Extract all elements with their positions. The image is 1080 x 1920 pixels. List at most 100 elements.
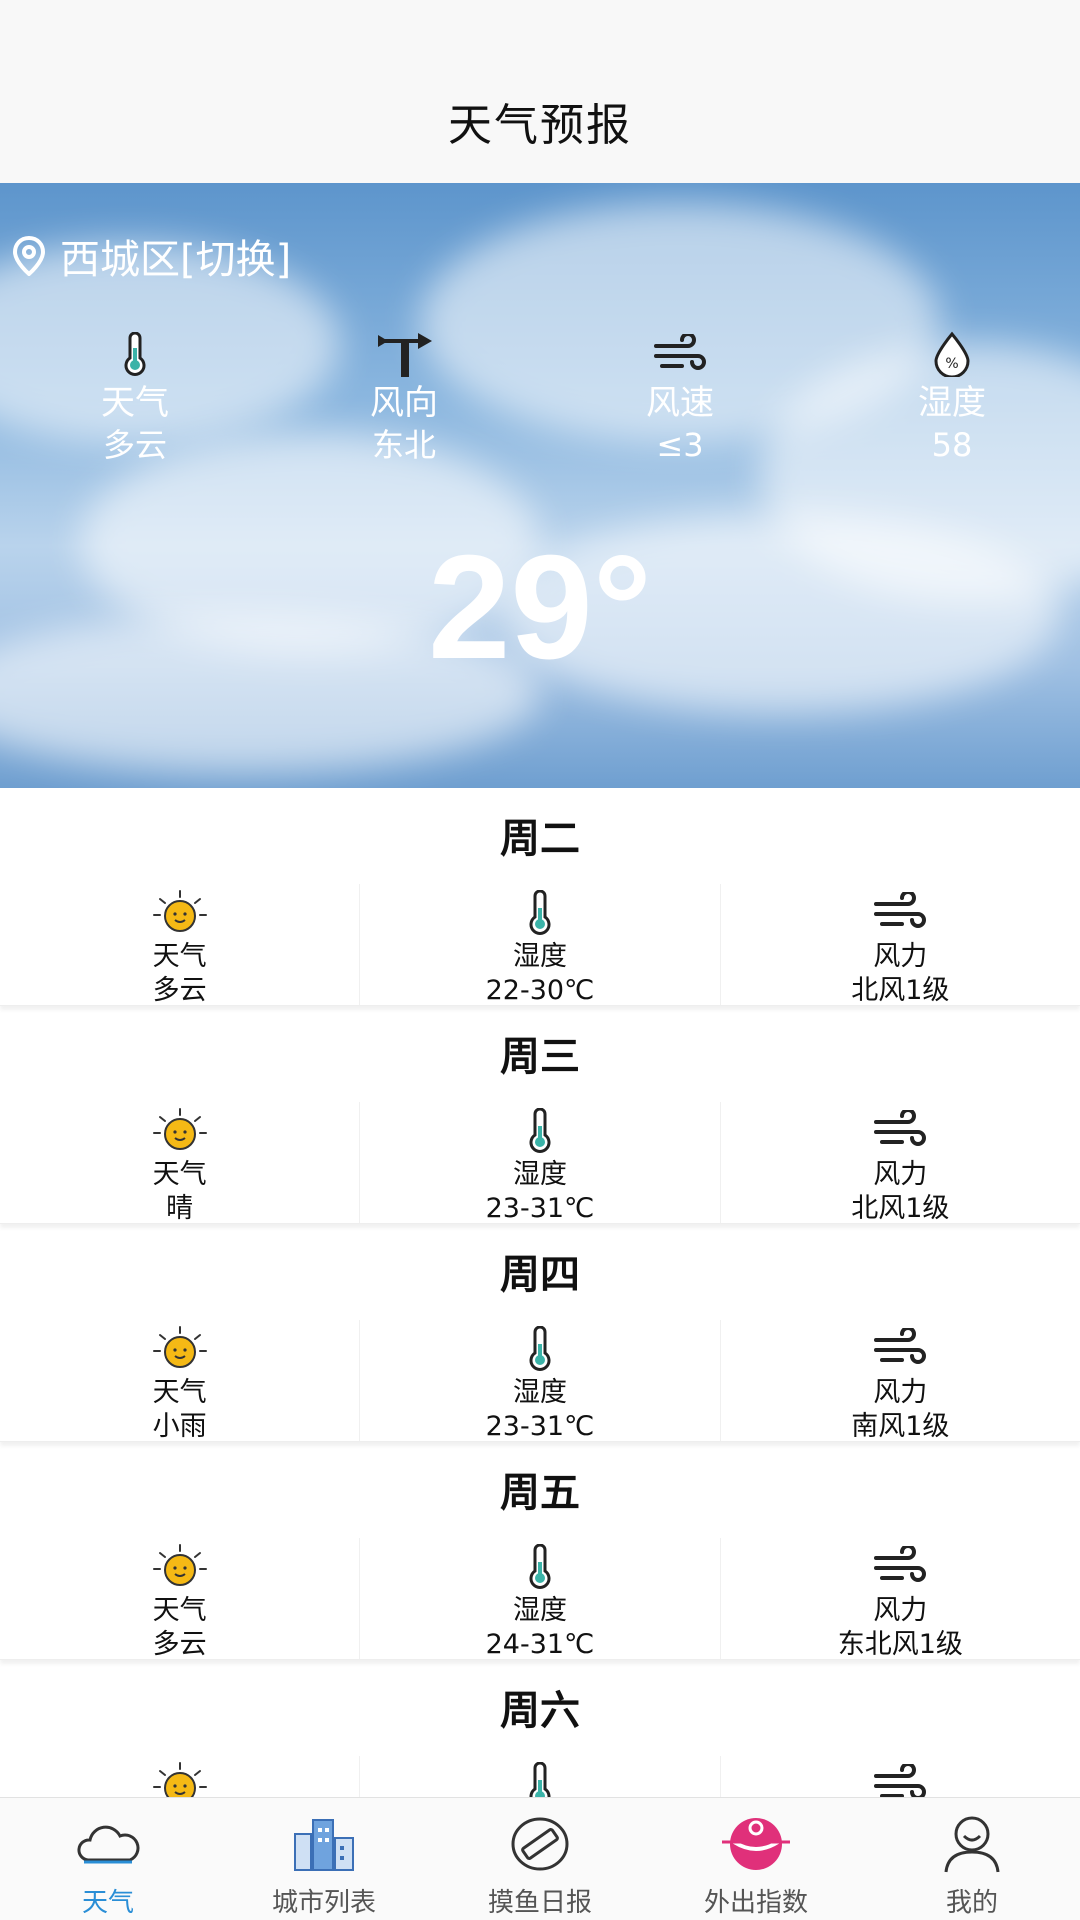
stat-humidity: % 湿度 58 xyxy=(872,328,1032,466)
forecast-wind-cell: 风力 北风1级 xyxy=(721,884,1080,1006)
tab-outing-index-label: 外出指数 xyxy=(703,1888,808,1918)
forecast-wind-value: 北风1级 xyxy=(851,1193,950,1224)
tab-mine-label: 我的 xyxy=(945,1888,998,1918)
current-stats: 天气 多云 风向 东北 风速 ≤3 % 湿度 58 xyxy=(0,328,1080,468)
forecast-temp-cell: 湿度 22-30℃ xyxy=(360,884,721,1006)
wind-icon xyxy=(654,334,706,370)
forecast-day-title: 周四 xyxy=(500,1252,580,1298)
forecast-day-row: 天气晴湿度 23-31℃ 风力 北风1级 xyxy=(0,1102,1080,1224)
forecast-wind-cell: 风力 北风1级 xyxy=(721,1102,1080,1224)
stat-humidity-value: 58 xyxy=(931,426,973,464)
stat-wind-direction: 风向 东北 xyxy=(324,328,484,466)
cloud-icon xyxy=(77,1825,140,1864)
forecast-weather-value: 晴 xyxy=(166,1193,194,1224)
index-icon xyxy=(722,1818,790,1870)
page-title: 天气预报 xyxy=(448,100,632,151)
forecast-day-title: 周六 xyxy=(500,1688,580,1734)
forecast-wind-cell: 风力 南风1级 xyxy=(721,1320,1080,1442)
forecast-wind-value: 北风1级 xyxy=(851,975,950,1006)
forecast-day-row: 天气 小雨 湿度 23-31℃ 风力 南风1级 xyxy=(0,1320,1080,1442)
stat-weather-value: 多云 xyxy=(102,426,167,464)
forecast-temp-value: 24-31℃ xyxy=(485,1629,595,1660)
forecast-weather-cell: 天气 小雨 xyxy=(0,1320,361,1442)
forecast-wind-label: 风力 xyxy=(873,1159,928,1190)
forecast-day: 周二 天气 多云 湿度 22-30℃ 风力 北风1级 xyxy=(0,788,1080,1006)
forecast-wind-cell: 风力 东北风1级 xyxy=(721,1538,1080,1660)
tab-weather[interactable]: 天气 xyxy=(0,1798,216,1920)
sun-icon xyxy=(152,890,207,932)
stat-wind-direction-value: 东北 xyxy=(371,426,436,464)
thermometer-icon xyxy=(529,1544,551,1589)
thermometer-icon xyxy=(529,890,551,935)
tab-mine[interactable]: 我的 xyxy=(864,1798,1080,1920)
forecast-temp-cell: 湿度 24-31℃ xyxy=(360,1538,721,1660)
wind-vane-icon xyxy=(378,333,432,377)
forecast-day-title: 周三 xyxy=(500,1034,580,1080)
tab-daily-report-label: 摸鱼日报 xyxy=(487,1888,592,1918)
forecast-day-row: 天气 多云 湿度 24-31℃ 风力 东北风1级 xyxy=(0,1538,1080,1660)
tab-city-list[interactable]: 城市列表 xyxy=(216,1798,432,1920)
app-header: 天气预报 xyxy=(0,0,1080,183)
city-icon xyxy=(294,1819,354,1871)
forecast-weather-label: 天气 xyxy=(152,1595,207,1626)
forecast-day: 周三 天气晴湿度 23-31℃ 风力 北风1级 xyxy=(0,1006,1080,1224)
forecast-day: 周五 天气 多云 湿度 24-31℃ 风力 东北风1级 xyxy=(0,1442,1080,1660)
stat-wind-speed: 风速 ≤3 xyxy=(600,328,760,466)
stat-weather: 天气 多云 xyxy=(55,328,215,466)
forecast-day-title: 周二 xyxy=(500,816,580,862)
tab-daily-report[interactable]: 摸鱼日报 xyxy=(432,1798,648,1920)
forecast-weather-label: 天气 xyxy=(152,1377,207,1408)
forecast-wind-label: 风力 xyxy=(873,1377,928,1408)
forecast-temp-label: 湿度 xyxy=(512,941,567,972)
thermometer-icon xyxy=(529,1326,551,1371)
forecast-weather-value: 小雨 xyxy=(152,1411,207,1442)
thermometer-icon xyxy=(529,1108,551,1153)
wind-icon xyxy=(874,1328,927,1364)
forecast-temp-label: 湿度 xyxy=(512,1595,567,1626)
tab-city-list-label: 城市列表 xyxy=(271,1888,376,1918)
forecast-temp-cell: 湿度 23-31℃ xyxy=(360,1320,721,1442)
forecast-wind-value: 南风1级 xyxy=(851,1411,950,1442)
sun-icon xyxy=(152,1544,207,1586)
wind-icon xyxy=(874,1110,927,1146)
forecast-temp-label: 湿度 xyxy=(512,1159,567,1190)
user-icon xyxy=(944,1816,1000,1873)
bottom-tab-bar: 天气 城市列表 摸鱼日报 外出指数 我的 xyxy=(0,1797,1080,1920)
forecast-temp-value: 23-31℃ xyxy=(485,1193,595,1224)
forecast-weather-cell: 天气 多云 xyxy=(0,1538,361,1660)
svg-text:%: % xyxy=(945,356,958,372)
stat-wind-speed-label: 风速 xyxy=(646,383,714,423)
forecast-weather-label: 天气 xyxy=(152,1159,207,1190)
forecast-weather-label: 天气 xyxy=(152,941,207,972)
tab-weather-label: 天气 xyxy=(81,1888,134,1918)
humidity-icon: % xyxy=(934,331,970,377)
ruler-icon xyxy=(511,1817,569,1871)
sun-icon xyxy=(152,1108,207,1150)
forecast-day-title: 周五 xyxy=(500,1470,580,1516)
forecast-weather-value: 多云 xyxy=(152,1629,207,1660)
forecast-day-row: 天气 多云 湿度 22-30℃ 风力 北风1级 xyxy=(0,884,1080,1006)
forecast-wind-label: 风力 xyxy=(873,1595,928,1626)
location-pin-icon xyxy=(12,236,46,276)
forecast-list: 周二 天气 多云 湿度 22-30℃ 风力 北风1级 周三 天气晴湿度 23-31℃ 风力 北风1级周… xyxy=(0,788,1080,1878)
stat-wind-direction-label: 风向 xyxy=(370,383,438,423)
tab-outing-index[interactable]: 外出指数 xyxy=(648,1798,864,1920)
sun-icon xyxy=(152,1326,207,1368)
location-switcher[interactable]: 西城区[切换] xyxy=(12,227,291,285)
forecast-weather-cell: 天气 多云 xyxy=(0,884,361,1006)
stat-wind-speed-value: ≤3 xyxy=(656,426,704,464)
forecast-temp-value: 23-31℃ xyxy=(485,1411,595,1442)
forecast-wind-label: 风力 xyxy=(873,941,928,972)
stat-humidity-label: 湿度 xyxy=(918,383,986,423)
location-label: 西城区[切换] xyxy=(60,237,292,283)
forecast-temp-label: 湿度 xyxy=(512,1377,567,1408)
wind-icon xyxy=(874,892,927,928)
forecast-wind-value: 东北风1级 xyxy=(837,1629,963,1660)
forecast-weather-value: 多云 xyxy=(152,975,207,1006)
forecast-temp-cell: 湿度 23-31℃ xyxy=(360,1102,721,1224)
stat-weather-label: 天气 xyxy=(101,383,169,423)
forecast-weather-cell: 天气晴 xyxy=(0,1102,361,1224)
forecast-day: 周四 天气 小雨 湿度 23-31℃ 风力 南风1级 xyxy=(0,1224,1080,1442)
forecast-temp-value: 22-30℃ xyxy=(485,975,595,1006)
thermometer-icon xyxy=(124,332,146,376)
